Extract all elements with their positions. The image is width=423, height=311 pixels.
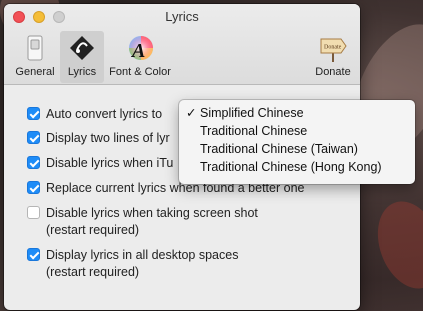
menu-item-label: Traditional Chinese	[200, 124, 308, 138]
menu-item-label: Simplified Chinese	[200, 106, 304, 120]
checkbox[interactable]	[27, 181, 40, 194]
toolbar-donate[interactable]: Donate Donate	[310, 31, 356, 83]
conversion-menu: ✓ Simplified Chinese Traditional Chinese…	[179, 100, 415, 184]
option-label: Disable lyrics when taking screen shot	[46, 206, 258, 220]
toolbar-label: Lyrics	[67, 66, 97, 78]
checkbox[interactable]	[27, 107, 40, 120]
menu-item-traditional-chinese[interactable]: Traditional Chinese	[179, 123, 415, 140]
checkbox[interactable]	[27, 248, 40, 261]
checkmark-icon: ✓	[186, 106, 197, 120]
checkbox[interactable]	[27, 156, 40, 169]
toolbar-label: Font & Color	[109, 66, 171, 78]
toolbar-lyrics[interactable]: Lyrics	[60, 31, 104, 83]
switch-icon	[20, 33, 50, 63]
svg-text:A: A	[130, 40, 145, 62]
toolbar-label: Donate	[315, 66, 351, 78]
toolbar-general[interactable]: General	[13, 31, 57, 83]
option-sublabel: (restart required)	[46, 265, 140, 279]
option-disable-itunes[interactable]: Disable lyrics when iTu	[27, 155, 173, 172]
option-label: Display two lines of lyr	[46, 131, 170, 145]
checkbox[interactable]	[27, 206, 40, 219]
menu-item-label: Traditional Chinese (Hong Kong)	[200, 160, 382, 174]
option-disable-screenshot[interactable]: Disable lyrics when taking screen shot (…	[27, 205, 258, 239]
menu-item-traditional-chinese-hong-kong[interactable]: Traditional Chinese (Hong Kong)	[179, 159, 415, 176]
menu-item-traditional-chinese-taiwan[interactable]: Traditional Chinese (Taiwan)	[179, 141, 415, 158]
font-color-icon: A	[125, 33, 155, 63]
donate-icon: Donate	[317, 33, 349, 63]
donate-sign-text: Donate	[324, 45, 342, 51]
window-title: Lyrics	[165, 9, 199, 24]
option-sublabel: (restart required)	[46, 223, 140, 237]
toolbar-label: General	[15, 66, 55, 78]
toolbar-font-color[interactable]: A Font & Color	[104, 31, 176, 83]
checkbox[interactable]	[27, 131, 40, 144]
option-label: Display lyrics in all desktop spaces	[46, 248, 239, 262]
menu-item-label: Traditional Chinese (Taiwan)	[200, 142, 358, 156]
option-label: Auto convert lyrics to	[46, 107, 163, 121]
option-label: Disable lyrics when iTu	[46, 156, 174, 170]
title-bar: Lyrics General Lyrics A Font & Color Don…	[4, 4, 360, 85]
option-two-lines[interactable]: Display two lines of lyr	[27, 130, 170, 147]
lyrics-icon	[67, 33, 97, 63]
option-all-spaces[interactable]: Display lyrics in all desktop spaces (re…	[27, 247, 238, 281]
option-auto-convert[interactable]: Auto convert lyrics to	[27, 106, 162, 123]
menu-item-simplified-chinese[interactable]: ✓ Simplified Chinese	[179, 105, 415, 122]
